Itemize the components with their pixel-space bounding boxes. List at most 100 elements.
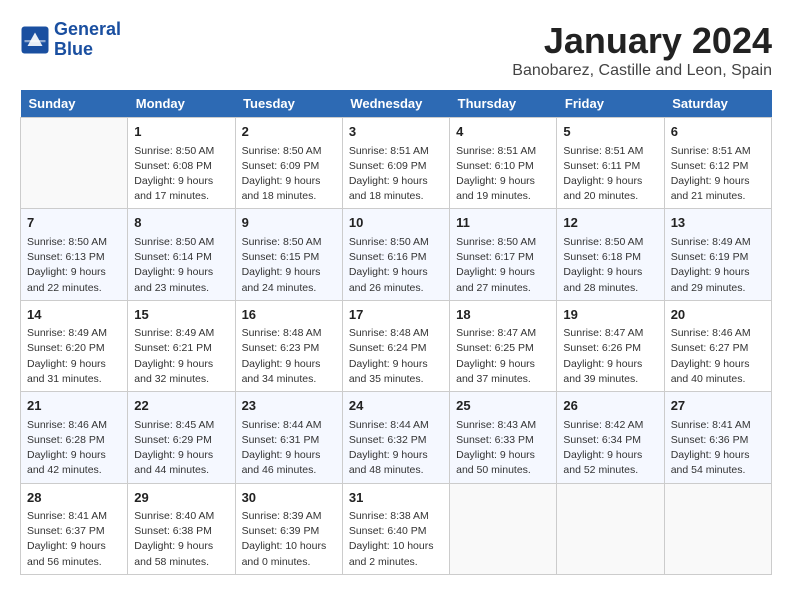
day-info: Sunrise: 8:42 AM Sunset: 6:34 PM Dayligh… [563, 418, 657, 479]
day-info: Sunrise: 8:50 AM Sunset: 6:17 PM Dayligh… [456, 235, 550, 296]
day-info: Sunrise: 8:50 AM Sunset: 6:15 PM Dayligh… [242, 235, 336, 296]
calendar-day [664, 483, 771, 574]
calendar-table: SundayMondayTuesdayWednesdayThursdayFrid… [20, 90, 772, 575]
calendar-day: 17Sunrise: 8:48 AM Sunset: 6:24 PM Dayli… [342, 300, 449, 391]
calendar-body: 1Sunrise: 8:50 AM Sunset: 6:08 PM Daylig… [21, 118, 772, 575]
day-number: 13 [671, 213, 765, 233]
header-day: Monday [128, 90, 235, 118]
day-info: Sunrise: 8:50 AM Sunset: 6:09 PM Dayligh… [242, 144, 336, 205]
calendar-day: 5Sunrise: 8:51 AM Sunset: 6:11 PM Daylig… [557, 118, 664, 209]
day-number: 16 [242, 305, 336, 325]
day-info: Sunrise: 8:43 AM Sunset: 6:33 PM Dayligh… [456, 418, 550, 479]
calendar-day: 28Sunrise: 8:41 AM Sunset: 6:37 PM Dayli… [21, 483, 128, 574]
calendar-day: 21Sunrise: 8:46 AM Sunset: 6:28 PM Dayli… [21, 392, 128, 483]
day-info: Sunrise: 8:46 AM Sunset: 6:28 PM Dayligh… [27, 418, 121, 479]
header-day: Friday [557, 90, 664, 118]
calendar-week: 28Sunrise: 8:41 AM Sunset: 6:37 PM Dayli… [21, 483, 772, 574]
calendar-header: SundayMondayTuesdayWednesdayThursdayFrid… [21, 90, 772, 118]
day-number: 6 [671, 122, 765, 142]
day-number: 27 [671, 396, 765, 416]
day-number: 12 [563, 213, 657, 233]
day-info: Sunrise: 8:47 AM Sunset: 6:26 PM Dayligh… [563, 326, 657, 387]
calendar-day: 29Sunrise: 8:40 AM Sunset: 6:38 PM Dayli… [128, 483, 235, 574]
day-info: Sunrise: 8:50 AM Sunset: 6:16 PM Dayligh… [349, 235, 443, 296]
calendar-day: 26Sunrise: 8:42 AM Sunset: 6:34 PM Dayli… [557, 392, 664, 483]
day-info: Sunrise: 8:44 AM Sunset: 6:32 PM Dayligh… [349, 418, 443, 479]
calendar-day: 15Sunrise: 8:49 AM Sunset: 6:21 PM Dayli… [128, 300, 235, 391]
day-info: Sunrise: 8:48 AM Sunset: 6:23 PM Dayligh… [242, 326, 336, 387]
calendar-day: 11Sunrise: 8:50 AM Sunset: 6:17 PM Dayli… [450, 209, 557, 300]
day-number: 18 [456, 305, 550, 325]
header-row: SundayMondayTuesdayWednesdayThursdayFrid… [21, 90, 772, 118]
day-number: 22 [134, 396, 228, 416]
calendar-day: 10Sunrise: 8:50 AM Sunset: 6:16 PM Dayli… [342, 209, 449, 300]
title-section: January 2024 Banobarez, Castille and Leo… [512, 20, 772, 80]
logo-icon [20, 25, 50, 55]
calendar-day: 30Sunrise: 8:39 AM Sunset: 6:39 PM Dayli… [235, 483, 342, 574]
day-info: Sunrise: 8:45 AM Sunset: 6:29 PM Dayligh… [134, 418, 228, 479]
header-day: Sunday [21, 90, 128, 118]
day-number: 24 [349, 396, 443, 416]
day-info: Sunrise: 8:50 AM Sunset: 6:18 PM Dayligh… [563, 235, 657, 296]
header-day: Saturday [664, 90, 771, 118]
calendar-day [450, 483, 557, 574]
calendar-day: 4Sunrise: 8:51 AM Sunset: 6:10 PM Daylig… [450, 118, 557, 209]
day-info: Sunrise: 8:38 AM Sunset: 6:40 PM Dayligh… [349, 509, 443, 570]
calendar-day: 1Sunrise: 8:50 AM Sunset: 6:08 PM Daylig… [128, 118, 235, 209]
day-number: 3 [349, 122, 443, 142]
day-info: Sunrise: 8:47 AM Sunset: 6:25 PM Dayligh… [456, 326, 550, 387]
logo-text: General Blue [54, 20, 121, 60]
day-number: 11 [456, 213, 550, 233]
month-title: January 2024 [512, 20, 772, 62]
day-info: Sunrise: 8:49 AM Sunset: 6:20 PM Dayligh… [27, 326, 121, 387]
day-info: Sunrise: 8:50 AM Sunset: 6:14 PM Dayligh… [134, 235, 228, 296]
day-number: 23 [242, 396, 336, 416]
day-number: 7 [27, 213, 121, 233]
calendar-week: 14Sunrise: 8:49 AM Sunset: 6:20 PM Dayli… [21, 300, 772, 391]
calendar-day: 18Sunrise: 8:47 AM Sunset: 6:25 PM Dayli… [450, 300, 557, 391]
calendar-day: 16Sunrise: 8:48 AM Sunset: 6:23 PM Dayli… [235, 300, 342, 391]
day-info: Sunrise: 8:51 AM Sunset: 6:10 PM Dayligh… [456, 144, 550, 205]
location-title: Banobarez, Castille and Leon, Spain [512, 62, 772, 80]
calendar-day: 22Sunrise: 8:45 AM Sunset: 6:29 PM Dayli… [128, 392, 235, 483]
calendar-day: 8Sunrise: 8:50 AM Sunset: 6:14 PM Daylig… [128, 209, 235, 300]
logo: General Blue [20, 20, 121, 60]
day-info: Sunrise: 8:41 AM Sunset: 6:36 PM Dayligh… [671, 418, 765, 479]
day-number: 2 [242, 122, 336, 142]
calendar-week: 1Sunrise: 8:50 AM Sunset: 6:08 PM Daylig… [21, 118, 772, 209]
header: General Blue January 2024 Banobarez, Cas… [20, 20, 772, 80]
calendar-day: 12Sunrise: 8:50 AM Sunset: 6:18 PM Dayli… [557, 209, 664, 300]
day-info: Sunrise: 8:51 AM Sunset: 6:12 PM Dayligh… [671, 144, 765, 205]
header-day: Tuesday [235, 90, 342, 118]
day-number: 1 [134, 122, 228, 142]
day-number: 31 [349, 488, 443, 508]
calendar-day: 13Sunrise: 8:49 AM Sunset: 6:19 PM Dayli… [664, 209, 771, 300]
logo-line1: General [54, 20, 121, 40]
calendar-day: 23Sunrise: 8:44 AM Sunset: 6:31 PM Dayli… [235, 392, 342, 483]
day-number: 19 [563, 305, 657, 325]
day-info: Sunrise: 8:48 AM Sunset: 6:24 PM Dayligh… [349, 326, 443, 387]
calendar-day: 14Sunrise: 8:49 AM Sunset: 6:20 PM Dayli… [21, 300, 128, 391]
day-number: 21 [27, 396, 121, 416]
calendar-day: 9Sunrise: 8:50 AM Sunset: 6:15 PM Daylig… [235, 209, 342, 300]
calendar-week: 7Sunrise: 8:50 AM Sunset: 6:13 PM Daylig… [21, 209, 772, 300]
calendar-day: 3Sunrise: 8:51 AM Sunset: 6:09 PM Daylig… [342, 118, 449, 209]
calendar-day: 2Sunrise: 8:50 AM Sunset: 6:09 PM Daylig… [235, 118, 342, 209]
day-number: 5 [563, 122, 657, 142]
day-info: Sunrise: 8:44 AM Sunset: 6:31 PM Dayligh… [242, 418, 336, 479]
calendar-day [21, 118, 128, 209]
day-number: 26 [563, 396, 657, 416]
day-info: Sunrise: 8:50 AM Sunset: 6:13 PM Dayligh… [27, 235, 121, 296]
day-number: 10 [349, 213, 443, 233]
day-info: Sunrise: 8:51 AM Sunset: 6:11 PM Dayligh… [563, 144, 657, 205]
logo-line2: Blue [54, 40, 121, 60]
calendar-day: 25Sunrise: 8:43 AM Sunset: 6:33 PM Dayli… [450, 392, 557, 483]
day-info: Sunrise: 8:39 AM Sunset: 6:39 PM Dayligh… [242, 509, 336, 570]
day-number: 14 [27, 305, 121, 325]
calendar-day: 6Sunrise: 8:51 AM Sunset: 6:12 PM Daylig… [664, 118, 771, 209]
day-number: 9 [242, 213, 336, 233]
day-number: 8 [134, 213, 228, 233]
calendar-day [557, 483, 664, 574]
day-info: Sunrise: 8:41 AM Sunset: 6:37 PM Dayligh… [27, 509, 121, 570]
day-number: 29 [134, 488, 228, 508]
